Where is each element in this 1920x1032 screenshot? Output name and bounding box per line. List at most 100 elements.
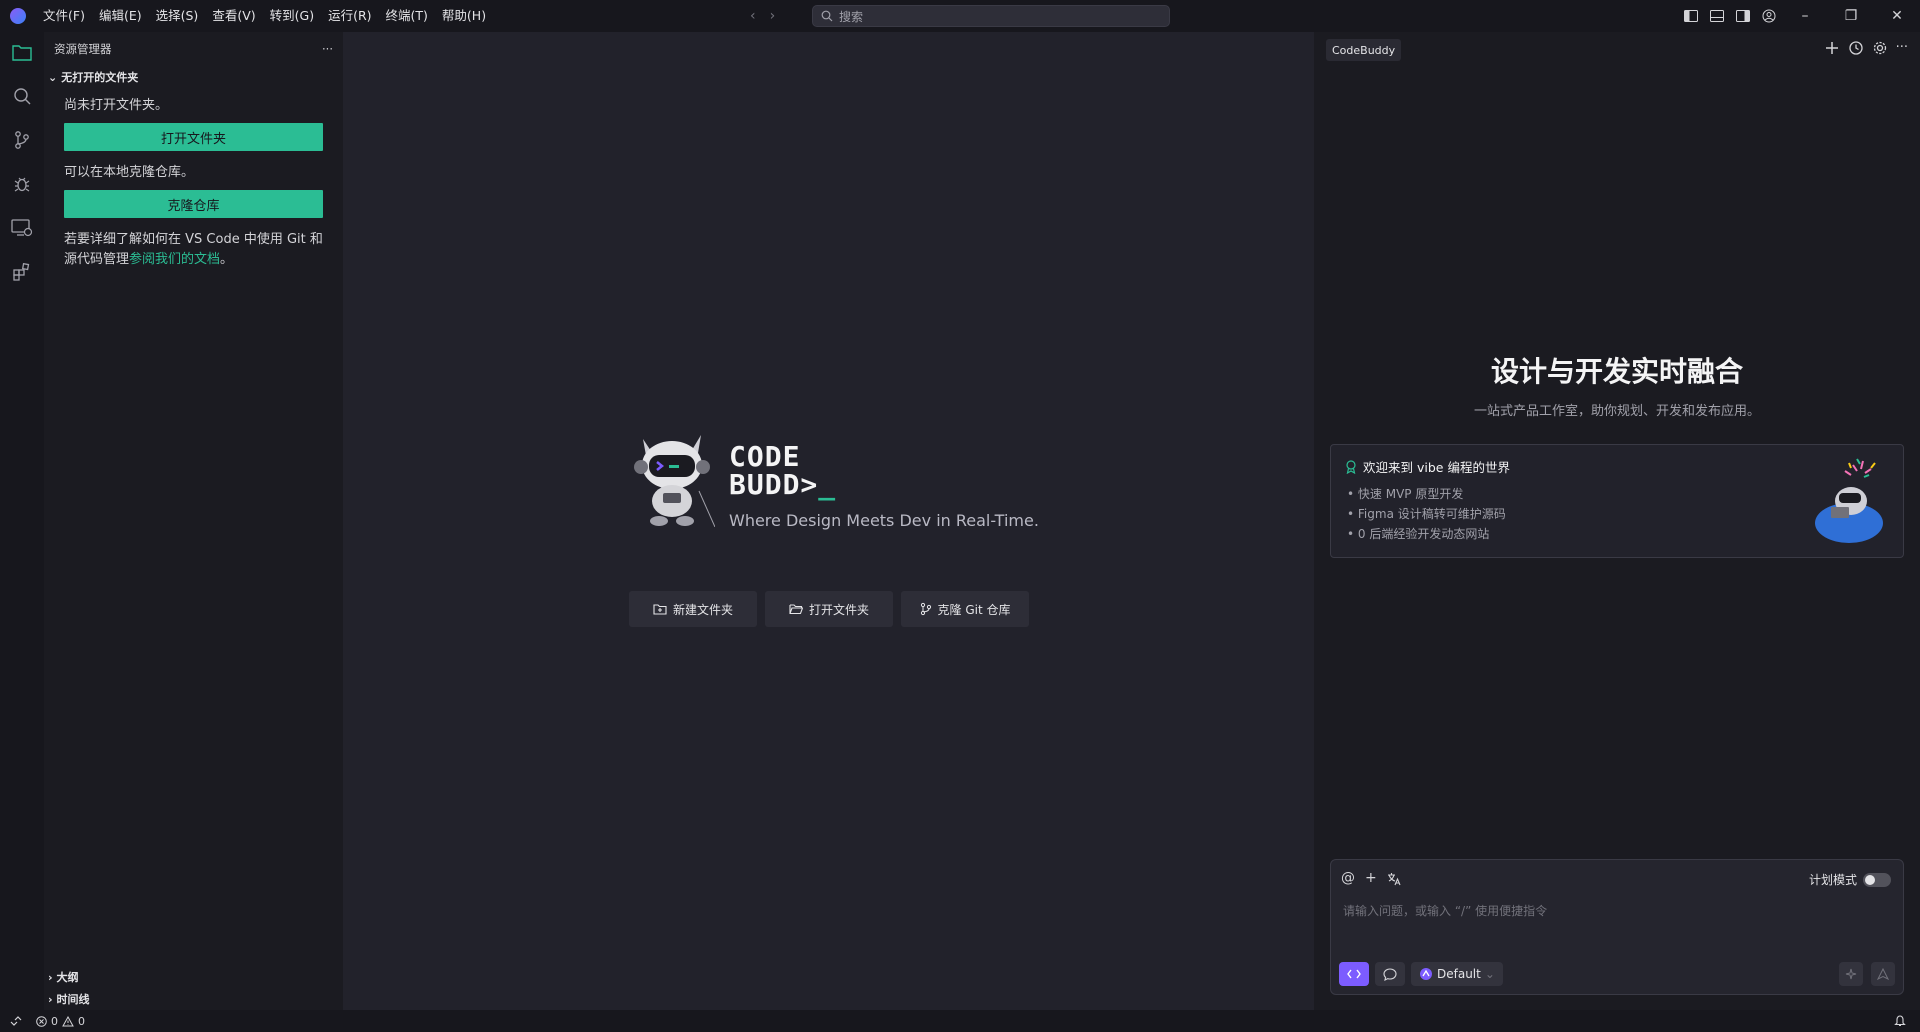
search-icon [821, 10, 833, 22]
problems-indicator[interactable]: 0 0 [32, 1015, 85, 1028]
open-folder-label: 打开文件夹 [808, 602, 869, 617]
brand-line2: BUDD> [729, 468, 819, 501]
model-logo-icon [1420, 968, 1432, 980]
docs-link[interactable]: 参阅我们的文档 [129, 252, 220, 267]
more-icon[interactable]: ··· [1896, 40, 1908, 56]
vibe-welcome-card: 欢迎来到 vibe 编程的世界 快速 MVP 原型开发 Figma 设计稿转可维… [1330, 444, 1904, 558]
outline-section-header[interactable]: › 大纲 [44, 966, 343, 988]
tagline: Where Design Meets Dev in Real-Time. [729, 511, 1039, 530]
open-folder-icon [789, 604, 803, 615]
warning-count: 0 [78, 1014, 85, 1028]
toggle-panel-icon[interactable] [1704, 0, 1730, 32]
menu-file[interactable]: 文件(F) [36, 0, 92, 32]
hero-title: 设计与开发实时融合 [1490, 355, 1743, 388]
run-debug-icon[interactable] [10, 172, 34, 196]
brand-cursor: _ [818, 468, 837, 501]
app-logo-icon [0, 0, 36, 32]
remote-indicator[interactable] [0, 1010, 32, 1032]
menu-view[interactable]: 查看(V) [205, 0, 262, 32]
new-folder-label: 新建文件夹 [672, 602, 733, 617]
source-control-icon[interactable] [10, 128, 34, 152]
search-placeholder: 搜索 [839, 9, 864, 24]
chat-tools: @ + [1341, 870, 1401, 886]
close-button[interactable]: ✕ [1874, 0, 1920, 32]
chevron-down-icon: ⌄ [48, 70, 58, 84]
account-icon[interactable] [1756, 0, 1782, 32]
explorer-icon[interactable] [10, 40, 34, 64]
clone-git-repo-button[interactable]: 克隆 Git 仓库 [901, 591, 1029, 627]
menu-help[interactable]: 帮助(H) [435, 0, 493, 32]
menu-run[interactable]: 运行(R) [321, 0, 378, 32]
chat-input-box: @ + 计划模式 请输入问题，或输入 “/” 使用便捷指令 Default ⌄ [1330, 859, 1904, 995]
chat-bubble-icon [1383, 967, 1397, 981]
send-button[interactable] [1871, 962, 1895, 986]
timeline-section-header[interactable]: › 时间线 [44, 988, 343, 1010]
new-chat-icon[interactable] [1824, 40, 1840, 56]
nav-arrows: ‹ › [750, 0, 775, 32]
chat-mode-controls: Default ⌄ [1339, 962, 1503, 986]
clone-repo-button[interactable]: 克隆仓库 [64, 190, 323, 218]
send-icon [1877, 968, 1889, 980]
menu-bar: 文件(F) 编辑(E) 选择(S) 查看(V) 转到(G) 运行(R) 终端(T… [36, 0, 493, 32]
chat-input-field[interactable]: 请输入问题，或输入 “/” 使用便捷指令 [1343, 902, 1547, 919]
vibe-item: Figma 设计稿转可维护源码 [1345, 504, 1889, 524]
plan-mode-label: 计划模式 [1808, 873, 1857, 887]
enhance-prompt-button[interactable] [1839, 962, 1863, 986]
sidebar-bottom-sections: › 大纲 › 时间线 [44, 966, 343, 1010]
new-folder-button[interactable]: 新建文件夹 [629, 591, 757, 627]
title-bar: 文件(F) 编辑(E) 选择(S) 查看(V) 转到(G) 运行(R) 终端(T… [0, 0, 1920, 32]
codebuddy-tab[interactable]: CodeBuddy [1326, 39, 1402, 61]
toggle-primary-sidebar-icon[interactable] [1678, 0, 1704, 32]
timeline-label: 时间线 [56, 993, 90, 1006]
command-search-box[interactable]: 搜索 [812, 5, 1170, 27]
minimize-button[interactable]: – [1782, 0, 1828, 32]
clone-text: 可以在本地克隆仓库。 [64, 165, 195, 180]
notifications-bell-icon[interactable] [1894, 1014, 1906, 1027]
activity-bar [0, 32, 44, 1010]
toggle-secondary-sidebar-icon[interactable] [1730, 0, 1756, 32]
explorer-sidebar: 资源管理器 ··· ⌄ 无打开的文件夹 尚未打开文件夹。 打开文件夹 可以在本地… [44, 32, 343, 1010]
plan-mode-toggle[interactable] [1863, 872, 1891, 887]
menu-go[interactable]: 转到(G) [263, 0, 321, 32]
mention-icon[interactable]: @ [1341, 870, 1355, 886]
model-select[interactable]: Default ⌄ [1411, 962, 1503, 986]
translate-icon[interactable] [1387, 872, 1401, 886]
add-context-icon[interactable]: + [1365, 870, 1377, 886]
more-actions-icon[interactable]: ··· [322, 42, 333, 56]
chevron-right-icon: › [48, 992, 53, 1006]
chat-actions [1839, 962, 1895, 986]
open-folder-button[interactable]: 打开文件夹 [64, 123, 323, 151]
extensions-icon[interactable] [10, 260, 34, 284]
menu-edit[interactable]: 编辑(E) [92, 0, 149, 32]
codebuddy-panel: CodeBuddy ··· 设计与开发实时融合 一站式产品工作室，助你规划、开发… [1314, 32, 1920, 1010]
codebuddy-mascot-icon [634, 435, 715, 527]
warning-icon [62, 1015, 74, 1026]
titlebar-right-controls: – ❐ ✕ [1678, 0, 1920, 32]
git-branch-icon [920, 602, 931, 616]
code-mode-button[interactable] [1339, 962, 1369, 986]
settings-gear-icon[interactable] [1872, 40, 1888, 56]
history-icon[interactable] [1848, 40, 1864, 56]
menu-terminal[interactable]: 终端(T) [379, 0, 435, 32]
back-arrow-icon[interactable]: ‹ [750, 8, 756, 24]
remote-icon [10, 1016, 22, 1026]
search-view-icon[interactable] [10, 84, 34, 108]
no-folder-text: 尚未打开文件夹。 [64, 98, 169, 113]
git-help-paragraph: 若要详细了解如何在 VS Code 中使用 Git 和源代码管理参阅我们的文档。 [64, 230, 323, 270]
open-folder-action-button[interactable]: 打开文件夹 [765, 591, 893, 627]
menu-selection[interactable]: 选择(S) [149, 0, 206, 32]
forward-arrow-icon[interactable]: › [770, 8, 776, 24]
welcome-block: CODE BUDD>_ Where Design Meets Dev in Re… [629, 431, 1049, 541]
no-folder-section-header[interactable]: ⌄ 无打开的文件夹 [44, 66, 343, 88]
vibe-title: 欢迎来到 vibe 编程的世界 [1363, 460, 1510, 475]
remote-explorer-icon[interactable] [10, 216, 34, 240]
vibe-item: 快速 MVP 原型开发 [1345, 484, 1889, 504]
restore-button[interactable]: ❐ [1828, 0, 1874, 32]
hero-subtitle: 一站式产品工作室，助你规划、开发和发布应用。 [1473, 404, 1760, 419]
welcome-actions: 新建文件夹 打开文件夹 克隆 Git 仓库 [629, 591, 1029, 627]
editor-area: CODE BUDD>_ Where Design Meets Dev in Re… [343, 32, 1314, 1010]
status-bar: 0 0 [0, 1010, 1920, 1032]
git-help-suffix: 。 [220, 252, 234, 267]
error-icon [36, 1015, 47, 1027]
chat-mode-button[interactable] [1375, 962, 1405, 986]
